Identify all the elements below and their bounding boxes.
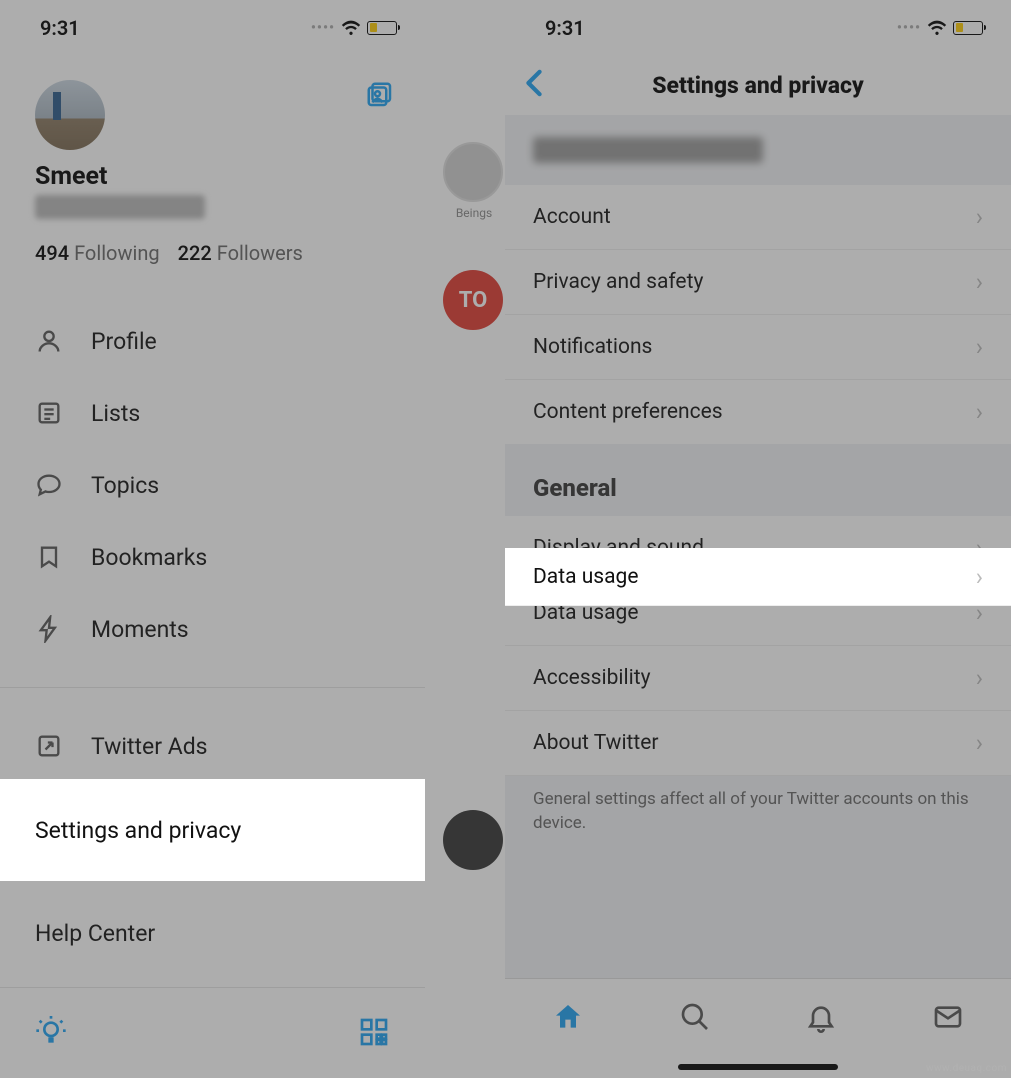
feed-peek-column: Beings TO — [425, 130, 505, 874]
qr-code-icon[interactable] — [358, 1016, 390, 1048]
menu-label: Twitter Ads — [91, 733, 208, 760]
profile-icon — [35, 327, 63, 355]
cellular-dots-icon: •••• — [311, 20, 335, 36]
battery-icon — [953, 21, 983, 35]
status-bar: 9:31 •••• — [505, 0, 1011, 55]
status-bar: 9:31 •••• — [0, 0, 425, 55]
username-section — [505, 115, 1011, 185]
row-label: Data usage — [533, 565, 638, 589]
row-account[interactable]: Account › — [505, 185, 1011, 250]
cellular-dots-icon: •••• — [897, 20, 921, 36]
menu-label: Bookmarks — [91, 544, 207, 571]
lists-icon — [35, 399, 63, 427]
accounts-switch-icon[interactable] — [365, 80, 395, 114]
back-button[interactable] — [525, 69, 543, 101]
home-tab[interactable] — [552, 1001, 584, 1037]
watermark: www.deuaq.com — [926, 1063, 1007, 1074]
highlighted-data-usage-row[interactable]: Data usage › — [505, 548, 1011, 606]
chevron-right-icon: › — [976, 203, 983, 231]
moments-icon — [35, 615, 63, 643]
status-right-icons: •••• — [311, 20, 397, 36]
messages-tab[interactable] — [932, 1001, 964, 1037]
menu-label: Topics — [91, 472, 159, 499]
settings-screen: 9:31 •••• Settings and privacy — [505, 0, 1011, 1078]
side-drawer: 9:31 •••• Smeet — [0, 0, 425, 1078]
row-label: Account — [533, 205, 611, 229]
drawer-footer — [0, 987, 425, 1048]
menu-item-help-center[interactable]: Help Center — [0, 898, 425, 969]
nav-header: Settings and privacy — [505, 55, 1011, 115]
wifi-icon — [927, 20, 947, 35]
nav-title: Settings and privacy — [652, 72, 863, 99]
row-label: About Twitter — [533, 731, 659, 755]
menu-item-moments[interactable]: Moments — [0, 593, 425, 665]
menu-item-topics[interactable]: Topics — [0, 449, 425, 521]
menu-label: Moments — [91, 616, 189, 643]
right-phone-screenshot: 9:31 •••• Settings and privacy — [505, 0, 1011, 1078]
username-blurred — [35, 195, 205, 219]
fleet-label: Beings — [443, 206, 505, 220]
feed-avatar-dark[interactable] — [443, 810, 503, 870]
menu-item-profile[interactable]: Profile — [0, 305, 425, 377]
chevron-right-icon: › — [976, 563, 983, 591]
menu-item-twitter-ads[interactable]: Twitter Ads — [0, 710, 425, 782]
followers-stat[interactable]: 222 Followers — [178, 241, 303, 265]
following-stat[interactable]: 494 Following — [35, 241, 160, 265]
general-footer-text: General settings affect all of your Twit… — [505, 776, 1011, 866]
chevron-right-icon: › — [976, 268, 983, 296]
row-content-preferences[interactable]: Content preferences › — [505, 380, 1011, 444]
menu-item-lists[interactable]: Lists — [0, 377, 425, 449]
notifications-tab[interactable] — [805, 1001, 837, 1037]
status-right-icons: •••• — [897, 20, 983, 36]
chevron-right-icon: › — [976, 333, 983, 361]
profile-avatar[interactable] — [35, 80, 105, 150]
highlighted-settings-privacy[interactable]: Settings and privacy — [0, 779, 425, 881]
row-notifications[interactable]: Notifications › — [505, 315, 1011, 380]
row-about-twitter[interactable]: About Twitter › — [505, 711, 1011, 776]
row-label: Notifications — [533, 335, 652, 359]
menu-label: Help Center — [35, 920, 155, 947]
row-accessibility[interactable]: Accessibility › — [505, 646, 1011, 711]
status-time: 9:31 — [545, 16, 585, 40]
menu-divider — [0, 687, 425, 688]
fleet-avatar-red[interactable]: TO — [443, 270, 503, 330]
row-label: Privacy and safety — [533, 270, 703, 294]
ads-icon — [35, 732, 63, 760]
menu-label: Profile — [91, 328, 157, 355]
row-privacy-safety[interactable]: Privacy and safety › — [505, 250, 1011, 315]
chevron-right-icon: › — [976, 664, 983, 692]
chevron-right-icon: › — [976, 398, 983, 426]
status-time: 9:31 — [40, 16, 80, 40]
chevron-right-icon: › — [976, 729, 983, 757]
topics-icon — [35, 471, 63, 499]
left-phone-screenshot: Beings TO 9:31 •••• — [0, 0, 505, 1078]
row-label: Accessibility — [533, 666, 651, 690]
battery-icon — [367, 21, 397, 35]
fleet-avatar[interactable] — [443, 142, 503, 202]
lightbulb-icon[interactable] — [35, 1016, 67, 1048]
menu-label: Settings and privacy — [35, 817, 241, 844]
drawer-header: Smeet 494 Following 222 Followers — [0, 55, 425, 283]
follow-stats: 494 Following 222 Followers — [35, 241, 395, 265]
display-name: Smeet — [35, 162, 395, 191]
bookmarks-icon — [35, 543, 63, 571]
menu-label: Lists — [91, 400, 140, 427]
section-header-general: General — [505, 444, 1011, 516]
menu-item-bookmarks[interactable]: Bookmarks — [0, 521, 425, 593]
wifi-icon — [341, 20, 361, 35]
username-blurred — [533, 137, 763, 163]
search-tab[interactable] — [679, 1001, 711, 1037]
home-indicator — [678, 1064, 838, 1070]
row-label: Content preferences — [533, 400, 723, 424]
